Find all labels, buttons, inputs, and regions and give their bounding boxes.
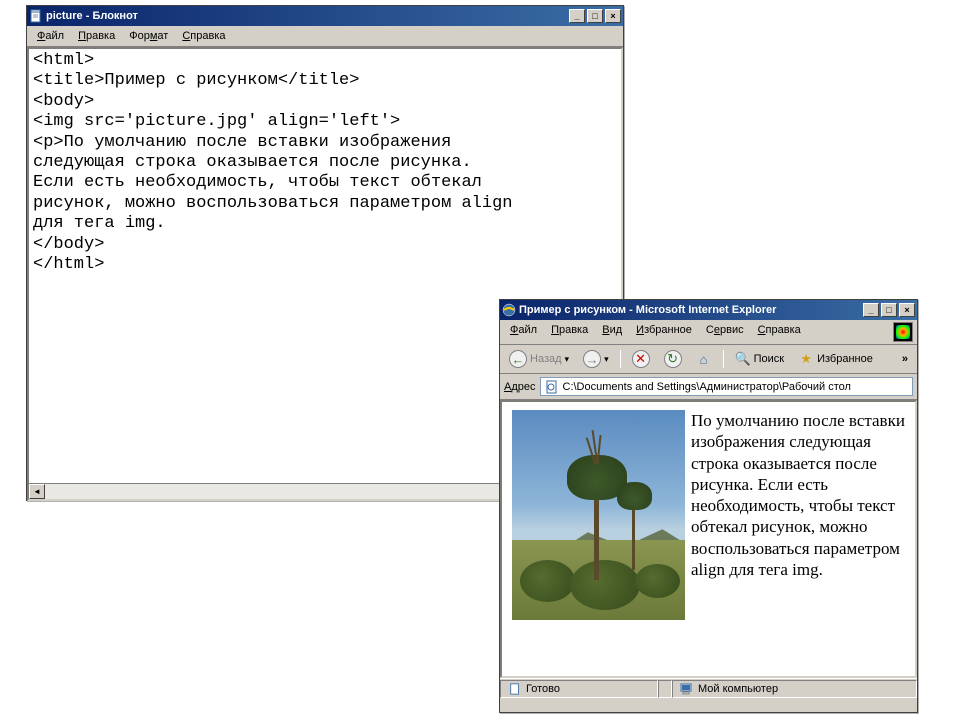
status-location: Мой компьютер [672, 680, 917, 698]
menu-format[interactable]: Формат [123, 28, 174, 44]
star-icon: ★ [798, 351, 814, 367]
scroll-left-button[interactable]: ◄ [29, 484, 45, 499]
ie-titlebar[interactable]: Пример с рисунком - Microsoft Internet E… [500, 300, 917, 320]
page-image [512, 410, 685, 620]
minimize-button[interactable]: _ [569, 9, 585, 23]
search-icon: 🔍 [735, 351, 751, 367]
status-ready: Готово [500, 680, 658, 698]
refresh-button[interactable]: ↻ [659, 348, 687, 370]
ie-menu-favorites[interactable]: Избранное [630, 322, 698, 342]
forward-icon: → [583, 350, 601, 368]
chevron-down-icon: ▾ [604, 354, 609, 365]
computer-icon [679, 681, 695, 697]
menu-edit[interactable]: Правка [72, 28, 121, 44]
notepad-icon [29, 9, 43, 23]
page-icon [544, 379, 560, 395]
notepad-titlebar[interactable]: picture - Блокнот _ □ × [27, 6, 623, 26]
ie-close-button[interactable]: × [899, 303, 915, 317]
ie-minimize-button[interactable]: _ [863, 303, 879, 317]
page-icon [507, 681, 523, 697]
ie-throbber-icon [893, 322, 913, 342]
favorites-button[interactable]: ★ Избранное [793, 349, 878, 369]
address-input[interactable]: C:\Documents and Settings\Администратор\… [540, 377, 914, 396]
home-button[interactable]: ⌂ [691, 349, 717, 369]
ie-menu-file[interactable]: Файл [504, 322, 543, 342]
address-label: Адрес [504, 381, 536, 393]
stop-icon: ✕ [632, 350, 650, 368]
back-button[interactable]: ← Назад ▾ [504, 348, 574, 370]
home-icon: ⌂ [696, 351, 712, 367]
ie-menu-tools[interactable]: Сервис [700, 322, 750, 342]
forward-button[interactable]: → ▾ [578, 348, 614, 370]
ie-title: Пример с рисунком - Microsoft Internet E… [519, 304, 863, 316]
back-icon: ← [509, 350, 527, 368]
ie-content-area: По умолчанию после вставки изображения с… [500, 400, 917, 678]
ie-icon [502, 303, 516, 317]
close-button[interactable]: × [605, 9, 621, 23]
ie-window: Пример с рисунком - Microsoft Internet E… [499, 299, 918, 713]
ie-toolbar: ← Назад ▾ → ▾ ✕ ↻ ⌂ 🔍 Поиск ★ Избранное … [500, 345, 917, 374]
chevron-down-icon: ▾ [565, 354, 570, 365]
menu-help[interactable]: Справка [176, 28, 231, 44]
search-button[interactable]: 🔍 Поиск [730, 349, 789, 369]
notepad-menubar: Файл Правка Формат Справка [27, 26, 623, 47]
maximize-button[interactable]: □ [587, 9, 603, 23]
ie-menu-edit[interactable]: Правка [545, 322, 594, 342]
ie-menubar: Файл Правка Вид Избранное Сервис Справка [500, 320, 917, 345]
ie-statusbar: Готово Мой компьютер [500, 678, 917, 698]
notepad-title: picture - Блокнот [46, 10, 569, 22]
ie-menu-help[interactable]: Справка [752, 322, 807, 342]
ie-maximize-button[interactable]: □ [881, 303, 897, 317]
ie-menu-view[interactable]: Вид [596, 322, 628, 342]
ie-addressbar: Адрес C:\Documents and Settings\Админист… [500, 374, 917, 400]
address-text: C:\Documents and Settings\Администратор\… [563, 381, 851, 393]
status-pane-1 [658, 680, 672, 698]
stop-button[interactable]: ✕ [627, 348, 655, 370]
toolbar-chevron[interactable]: » [897, 351, 913, 367]
refresh-icon: ↻ [664, 350, 682, 368]
menu-file[interactable]: Файл [31, 28, 70, 44]
